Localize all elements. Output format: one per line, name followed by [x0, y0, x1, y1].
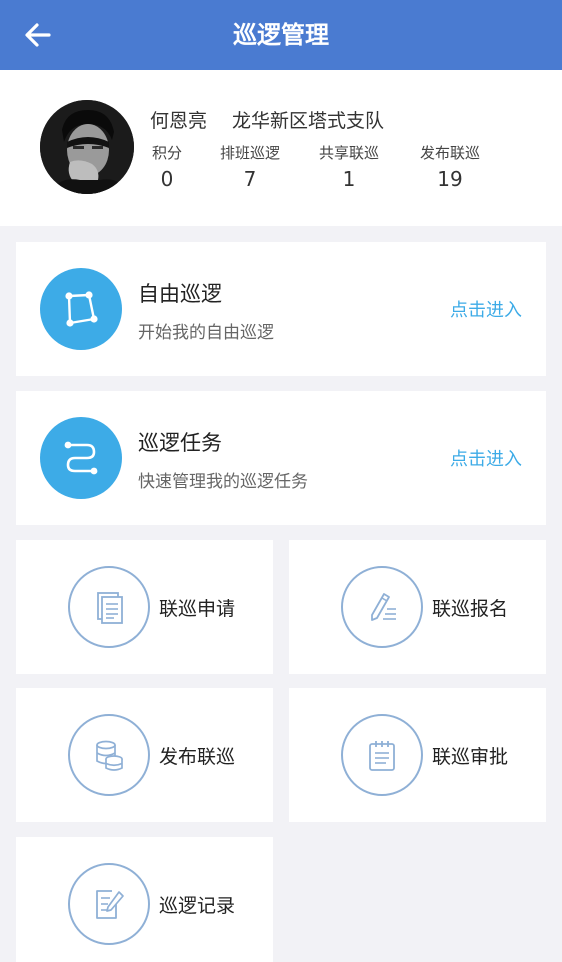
publish-joint-patrol-tile[interactable]: 发布联巡 [16, 688, 273, 822]
stat-label: 共享联巡 [318, 144, 379, 162]
document-icon [68, 566, 150, 648]
top-bar: 巡逻管理 [0, 0, 562, 70]
profile-panel: 何恩亮 龙华新区塔式支队 积分 0 排班巡逻 7 共享联巡 1 发布联巡 19 [0, 70, 562, 226]
stat-scheduled-patrol[interactable]: 排班巡逻 7 [195, 142, 305, 191]
enter-link[interactable]: 点击进入 [450, 296, 522, 322]
card-subtitle: 快速管理我的巡逻任务 [138, 472, 308, 492]
edit-record-icon [68, 863, 150, 945]
stat-label: 发布联巡 [419, 144, 480, 162]
card-title: 自由巡逻 [138, 282, 222, 306]
route-path-icon [40, 417, 122, 499]
database-stack-icon [68, 714, 150, 796]
tile-label: 联巡申请 [159, 598, 236, 620]
patrol-record-tile[interactable]: 巡逻记录 [16, 837, 273, 962]
page-title: 巡逻管理 [233, 21, 329, 49]
stat-value: 19 [437, 167, 463, 191]
card-subtitle: 开始我的自由巡逻 [138, 323, 274, 343]
stat-value: 1 [342, 167, 356, 191]
stat-published-joint-patrol[interactable]: 发布联巡 19 [395, 142, 505, 191]
joint-patrol-apply-tile[interactable]: 联巡申请 [16, 540, 273, 674]
joint-patrol-signup-tile[interactable]: 联巡报名 [289, 540, 546, 674]
tile-label: 联巡审批 [432, 746, 509, 768]
tile-label: 巡逻记录 [159, 895, 236, 917]
tile-label: 发布联巡 [159, 746, 236, 768]
free-patrol-card[interactable]: 自由巡逻 开始我的自由巡逻 点击进入 [16, 242, 546, 376]
patrol-task-card[interactable]: 巡逻任务 快速管理我的巡逻任务 点击进入 [16, 391, 546, 525]
stat-label: 排班巡逻 [219, 144, 280, 162]
card-title: 巡逻任务 [138, 431, 222, 455]
joint-patrol-approval-tile[interactable]: 联巡审批 [289, 688, 546, 822]
notepad-icon [341, 714, 423, 796]
enter-link[interactable]: 点击进入 [450, 445, 522, 471]
stat-value: 7 [243, 167, 257, 191]
user-unit: 龙华新区塔式支队 [232, 110, 385, 132]
pen-write-icon [341, 566, 423, 648]
polygon-route-icon [40, 268, 122, 350]
tile-label: 联巡报名 [432, 598, 509, 620]
stat-shared-joint-patrol[interactable]: 共享联巡 1 [294, 142, 404, 191]
user-name: 何恩亮 [150, 110, 208, 132]
